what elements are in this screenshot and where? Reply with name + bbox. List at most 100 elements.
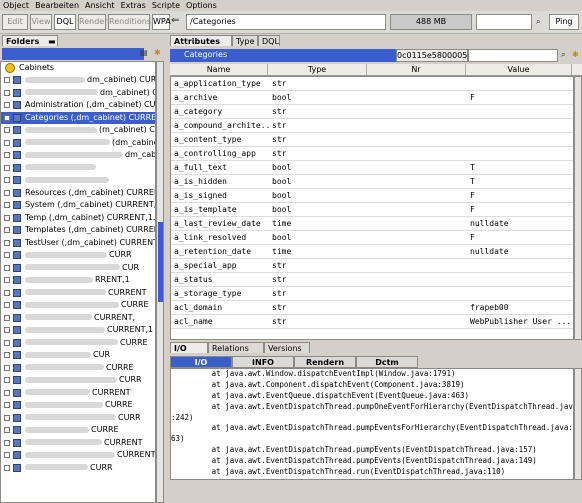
attributes-scrollbar[interactable] [574, 76, 582, 340]
tree-item[interactable]: CURR [1, 462, 155, 474]
expand-icon[interactable] [4, 427, 10, 433]
menu-item[interactable]: Extras [121, 0, 146, 11]
folder-filter-bar[interactable] [2, 48, 144, 60]
io-log[interactable]: at java.awt.Window.dispatchEventImpl(Win… [170, 368, 574, 480]
column-header[interactable]: Nr [367, 64, 466, 75]
tree-item[interactable]: dm_cabinet) CURRENT [1, 149, 155, 161]
tree-item[interactable]: CURRE [1, 399, 155, 411]
table-row[interactable]: a_archive bool F [171, 91, 573, 105]
expand-icon[interactable] [4, 302, 10, 308]
table-row[interactable]: a_content_type str [171, 133, 573, 147]
table-row[interactable]: a_last_review_date time nulldate [171, 217, 573, 231]
expand-icon[interactable] [4, 152, 10, 158]
tree-item[interactable]: Temp (,dm_cabinet) CURRENT,1.0, [1, 212, 155, 224]
toolbar-button[interactable]: Edit [2, 14, 28, 30]
expand-icon[interactable] [4, 102, 10, 108]
tab-io[interactable]: I/O [170, 342, 208, 353]
tree-item[interactable]: System (,dm_cabinet) CURRENT,1.0, [1, 199, 155, 211]
menu-item[interactable]: Object [3, 0, 29, 11]
settings-icon[interactable]: ✱ [154, 48, 161, 58]
tab-versions[interactable]: Versions [264, 342, 310, 353]
expand-icon[interactable] [4, 389, 10, 396]
tree-item[interactable]: CURRE [1, 424, 155, 436]
io-subtab[interactable]: I/O [170, 356, 232, 368]
tree-item[interactable]: TestUser (,dm_cabinet) CURRENT,1.0, [1, 237, 155, 249]
expand-icon[interactable] [4, 327, 10, 333]
table-row[interactable]: a_special_app str [171, 259, 573, 273]
column-header[interactable]: Name [170, 64, 268, 75]
expand-icon[interactable] [4, 289, 10, 296]
toolbar-button[interactable]: Render [78, 14, 107, 30]
tree-item[interactable]: (m_cabinet) CURRENT,1 [1, 124, 155, 136]
tree-item[interactable] [1, 174, 155, 186]
expand-icon[interactable] [4, 314, 10, 321]
search-input[interactable] [476, 14, 532, 30]
settings-icon[interactable]: ✱ [572, 50, 579, 60]
menu-item[interactable]: Scripte [152, 0, 180, 11]
expand-icon[interactable] [4, 402, 10, 408]
toolbar-button[interactable]: WPA [152, 14, 171, 30]
expand-icon[interactable] [4, 339, 10, 346]
menu-item[interactable]: Bearbeiten [35, 0, 79, 11]
expand-icon[interactable] [4, 252, 10, 258]
expand-icon[interactable] [4, 202, 10, 208]
expand-icon[interactable] [4, 89, 10, 96]
column-header[interactable]: Value [466, 64, 572, 75]
expand-icon[interactable] [4, 189, 10, 196]
table-row[interactable]: acl_name str WebPublisher User ... [171, 315, 573, 329]
tree-item[interactable]: CURRENT [1, 387, 155, 399]
tree-item[interactable]: dm_cabinet) CURRENT [1, 87, 155, 99]
io-scrollbar[interactable] [574, 368, 582, 480]
table-row[interactable]: a_is_hidden bool T [171, 175, 573, 189]
minimize-icon[interactable]: ▬ [48, 37, 56, 46]
tree-item[interactable]: RRENT,1 [1, 274, 155, 286]
path-input[interactable]: /Categories [186, 14, 386, 30]
expand-icon[interactable] [4, 239, 10, 246]
tree-item[interactable] [1, 162, 155, 174]
tree-item[interactable]: CURRENT,1 [1, 324, 155, 336]
ping-button[interactable]: Ping [549, 14, 579, 30]
expand-icon[interactable] [4, 177, 10, 183]
expand-icon[interactable] [4, 264, 10, 271]
expand-icon[interactable] [4, 214, 10, 221]
toolbar-button[interactable]: Renditions [108, 14, 151, 30]
menu-item[interactable]: Options [186, 0, 217, 11]
tree-item[interactable]: CUR [1, 349, 155, 361]
tree-item[interactable]: CURRE [1, 362, 155, 374]
io-subtab[interactable]: INFO [232, 356, 294, 368]
tab-type[interactable]: Type [232, 35, 258, 46]
expand-icon[interactable] [4, 227, 10, 233]
tree-item[interactable]: CURRENT, [1, 312, 155, 324]
tree-item[interactable]: Categories (,dm_cabinet) CURRENT,1 [1, 111, 155, 124]
tree-item[interactable]: CURRENT [1, 287, 155, 299]
document-icon[interactable]: ▤ [140, 48, 148, 58]
tree-item[interactable]: Templates (,dm_cabinet) CURRENT,1.0, [1, 224, 155, 236]
tree-item[interactable]: dm_cabinet) CURRENT [1, 74, 155, 86]
table-row[interactable]: a_application_type str [171, 77, 573, 91]
table-row[interactable]: a_category str [171, 105, 573, 119]
io-subtab[interactable]: Dctm [356, 356, 418, 368]
tree-root[interactable]: Cabinets [1, 62, 155, 74]
table-row[interactable]: a_controlling_app str [171, 147, 573, 161]
tree-item[interactable]: CURR [1, 412, 155, 424]
folder-tree[interactable]: Cabinets dm_cabinet) CURRENT dm_cabinet) … [0, 61, 156, 503]
table-row[interactable]: a_storage_type str [171, 287, 573, 301]
folders-scrollbar[interactable] [156, 61, 164, 503]
tab-relations[interactable]: Relations [208, 342, 264, 353]
expand-icon[interactable] [4, 164, 10, 171]
expand-icon[interactable] [4, 127, 10, 133]
search-icon[interactable]: ⌕ [561, 50, 565, 60]
expand-icon[interactable] [4, 414, 10, 421]
attributes-table[interactable]: a_application_type str a_archive bool Fa_cat… [170, 76, 574, 340]
io-subtab[interactable]: Rendern [294, 356, 356, 368]
table-row[interactable]: a_is_template bool F [171, 203, 573, 217]
tab-dql[interactable]: DQL [258, 35, 280, 46]
expand-icon[interactable] [4, 464, 10, 471]
back-arrow-icon[interactable]: ⇐ [171, 16, 179, 26]
tree-item[interactable]: CURRE [1, 337, 155, 349]
tree-item[interactable]: CURRE [1, 299, 155, 311]
table-row[interactable]: acl_domain str frapeb00 [171, 301, 573, 315]
tree-item[interactable]: CURR [1, 249, 155, 261]
toolbar-button[interactable]: DQL [54, 14, 76, 30]
tab-attributes[interactable]: Attributes [170, 35, 232, 46]
